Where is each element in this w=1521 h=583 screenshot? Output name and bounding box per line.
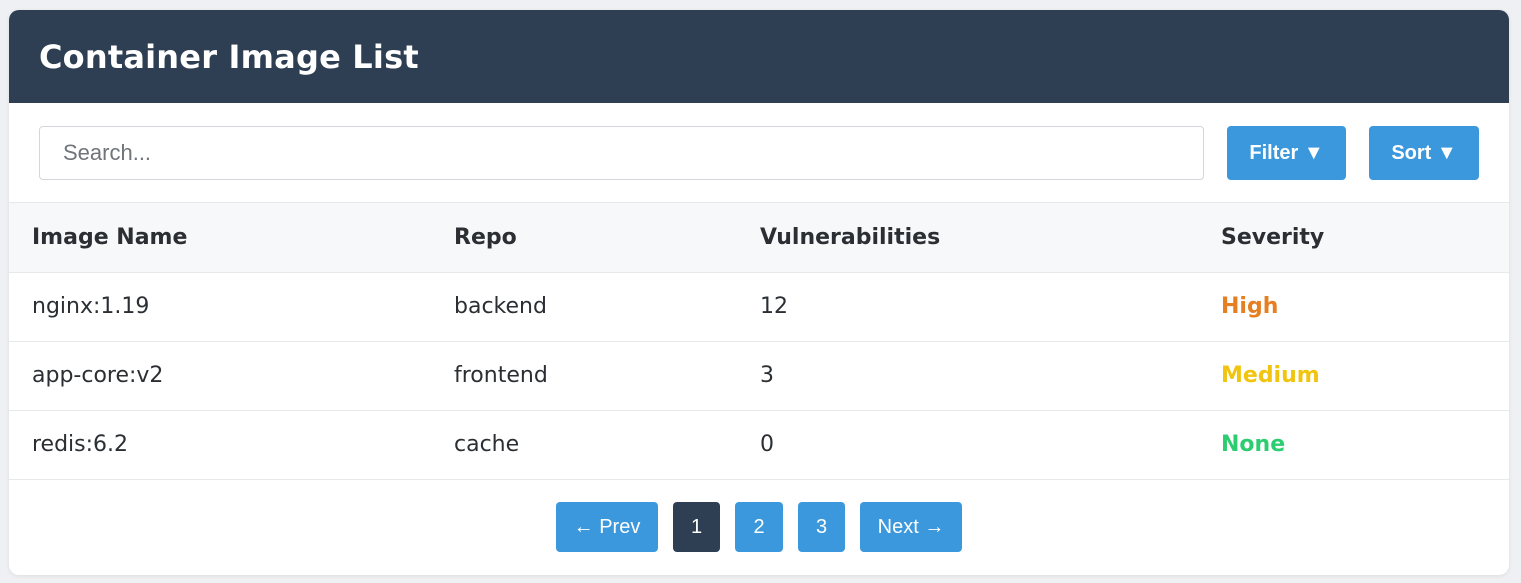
vulnerabilities-cell: 0	[737, 410, 1198, 480]
filter-button[interactable]: Filter ▼	[1227, 126, 1346, 180]
repo-cell: cache	[431, 410, 737, 480]
image-list-card: Container Image List Filter ▼ Sort ▼ Ima…	[9, 10, 1509, 575]
sort-button[interactable]: Sort ▼	[1369, 126, 1479, 180]
page-button-3[interactable]: 3	[798, 502, 845, 552]
page-title: Container Image List	[39, 37, 419, 76]
page-button-2[interactable]: 2	[735, 502, 783, 552]
prev-page-button[interactable]: ← Prev	[556, 502, 658, 552]
vulnerabilities-cell: 12	[737, 272, 1198, 342]
repo-cell: backend	[431, 272, 737, 342]
vulnerabilities-cell: 3	[737, 341, 1198, 411]
table-row[interactable]: redis:6.2 cache 0 None	[9, 410, 1509, 480]
table-row[interactable]: nginx:1.19 backend 12 High	[9, 272, 1509, 342]
page-header: Container Image List	[9, 10, 1509, 103]
column-header-vulnerabilities[interactable]: Vulnerabilities	[737, 203, 1198, 273]
image-name-cell: redis:6.2	[9, 410, 431, 480]
search-input[interactable]	[39, 126, 1204, 180]
column-header-severity[interactable]: Severity	[1198, 203, 1509, 273]
severity-cell: None	[1198, 410, 1509, 480]
repo-cell: frontend	[431, 341, 737, 411]
table-header-row: Image Name Repo Vulnerabilities Severity	[9, 203, 1509, 273]
column-header-repo[interactable]: Repo	[431, 203, 737, 273]
severity-cell: Medium	[1198, 341, 1509, 411]
image-name-cell: app-core:v2	[9, 341, 431, 411]
image-table: Image Name Repo Vulnerabilities Severity…	[9, 203, 1509, 480]
image-name-cell: nginx:1.19	[9, 272, 431, 342]
pagination: ← Prev 1 2 3 Next →	[9, 502, 1509, 552]
table-row[interactable]: app-core:v2 frontend 3 Medium	[9, 341, 1509, 411]
next-page-button[interactable]: Next →	[860, 502, 962, 552]
severity-cell: High	[1198, 272, 1509, 342]
page-button-1[interactable]: 1	[673, 502, 720, 552]
toolbar: Filter ▼ Sort ▼	[9, 103, 1509, 203]
column-header-image-name[interactable]: Image Name	[9, 203, 431, 273]
